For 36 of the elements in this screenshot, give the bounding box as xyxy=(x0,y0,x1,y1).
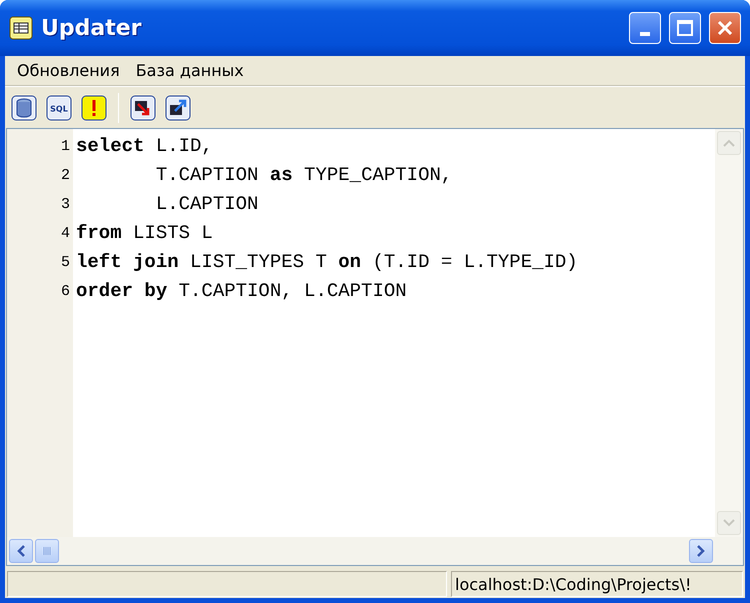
minimize-button[interactable] xyxy=(629,12,661,44)
code-line: order by T.CAPTION, L.CAPTION xyxy=(76,279,408,304)
line-number: 1 xyxy=(60,137,70,157)
line-number: 2 xyxy=(60,166,70,186)
line-number: 5 xyxy=(60,253,70,273)
code-line: from LISTS L xyxy=(76,221,214,246)
import-icon[interactable] xyxy=(130,94,156,120)
close-button[interactable] xyxy=(709,12,741,44)
window-title: Updater xyxy=(41,16,142,40)
sql-icon[interactable]: SQL xyxy=(46,94,72,120)
line-number: 6 xyxy=(60,282,70,302)
code-line: select L.ID, xyxy=(76,134,214,159)
code-line: L.CAPTION xyxy=(154,192,260,217)
menu-item[interactable]: Обновления xyxy=(9,61,128,80)
minimize-icon xyxy=(640,32,650,36)
scroll-left-button[interactable] xyxy=(9,539,33,563)
scroll-thumb[interactable] xyxy=(35,539,59,563)
warning-icon[interactable] xyxy=(81,94,107,120)
chevron-right-icon xyxy=(697,545,705,557)
chevron-down-icon xyxy=(723,519,735,527)
code-line: left join LIST_TYPES T on (T.ID = L.TYPE_ID) xyxy=(76,250,579,275)
menu-item[interactable]: База данных xyxy=(128,61,252,80)
scroll-right-button[interactable] xyxy=(689,539,713,563)
line-number: 3 xyxy=(60,195,70,215)
database-icon[interactable] xyxy=(11,94,37,120)
app-icon xyxy=(9,16,33,40)
grip-icon xyxy=(42,546,52,556)
chevron-up-icon xyxy=(723,139,735,147)
code-line: T.CAPTION as TYPE_CAPTION, xyxy=(154,163,454,188)
line-number: 4 xyxy=(60,224,70,244)
status-panel: localhost:D:\Coding\Projects\! xyxy=(451,571,743,597)
export-icon[interactable] xyxy=(165,94,191,120)
chevron-left-icon xyxy=(17,545,25,557)
maximize-icon xyxy=(676,19,694,37)
maximize-button[interactable] xyxy=(669,12,701,44)
close-icon xyxy=(716,19,734,37)
